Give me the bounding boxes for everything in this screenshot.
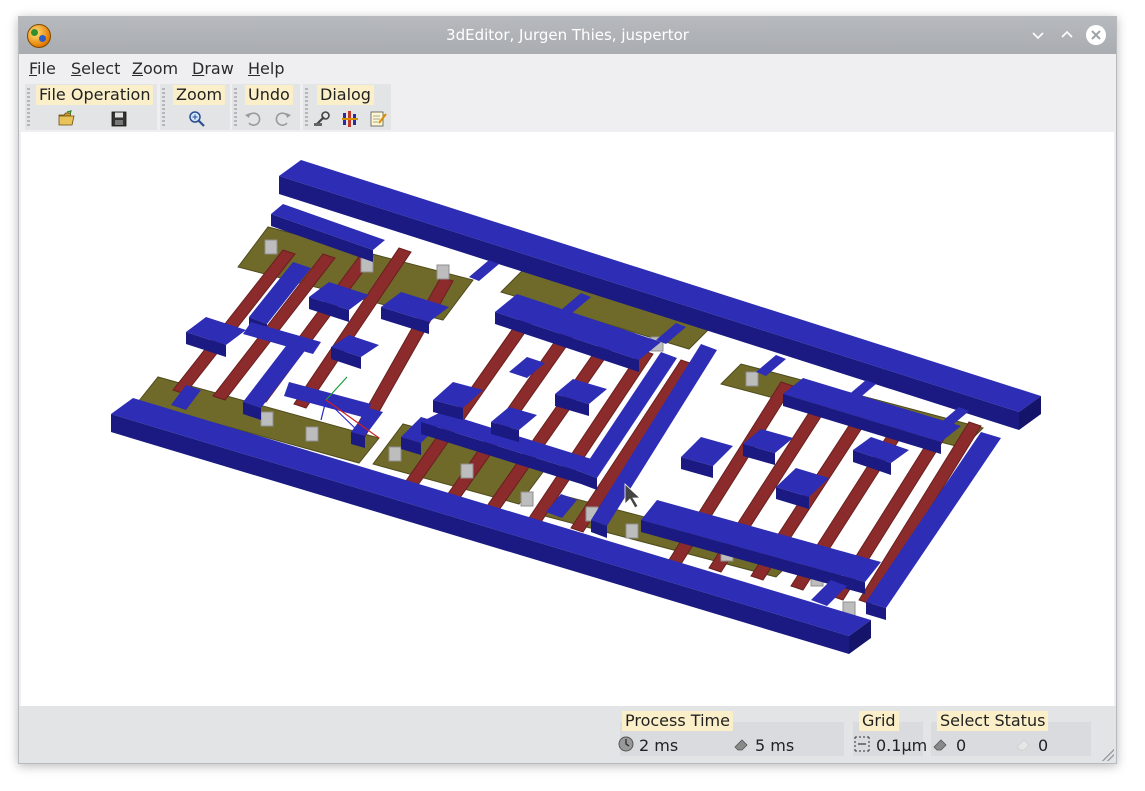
- mouse-cursor-icon: [624, 483, 642, 509]
- chevron-down-icon: [1032, 32, 1044, 40]
- toolbar-group-file: File Operation: [25, 84, 157, 130]
- select-status-label: Select Status: [937, 711, 1049, 731]
- undo-label: Undo: [245, 85, 293, 105]
- app-window: 3dEditor, Jurgen Thies, juspertor File S…: [18, 16, 1117, 764]
- edit-note-icon[interactable]: [369, 110, 387, 128]
- redo-icon[interactable]: [274, 110, 292, 128]
- chevron-up-icon: [1061, 30, 1073, 38]
- wrench-settings-icon[interactable]: [313, 110, 331, 128]
- zoom-label: Zoom: [173, 85, 226, 105]
- undo-icon[interactable]: [244, 110, 262, 128]
- file-operation-label: File Operation: [36, 85, 154, 105]
- layers-dialog-icon[interactable]: [341, 110, 359, 128]
- toolbar-handle[interactable]: [305, 88, 308, 126]
- menu-zoom[interactable]: Zoom: [132, 59, 178, 78]
- window-title: 3dEditor, Jurgen Thies, juspertor: [446, 26, 689, 44]
- process-time-value-2: 5 ms: [755, 736, 795, 755]
- close-icon: [1091, 30, 1101, 40]
- menu-help[interactable]: Help: [248, 59, 284, 78]
- save-disk-icon[interactable]: [110, 110, 128, 128]
- maximize-button[interactable]: [1056, 24, 1078, 46]
- resize-grip[interactable]: [1102, 749, 1114, 761]
- menu-file[interactable]: File: [29, 59, 56, 78]
- process-time-value-1: 2 ms: [639, 736, 679, 755]
- minimize-button[interactable]: [1027, 24, 1049, 46]
- menu-bar: File Select Zoom Draw Help: [19, 54, 1116, 80]
- layout-3d-scene[interactable]: [21, 132, 1114, 706]
- dialog-label: Dialog: [317, 85, 374, 105]
- menu-select[interactable]: Select: [71, 59, 120, 78]
- close-button[interactable]: [1086, 25, 1106, 45]
- status-group-process-time: Process Time 2 ms 5 ms: [618, 708, 844, 756]
- select-status-value-1: 0: [956, 736, 967, 755]
- open-folder-icon[interactable]: [58, 110, 76, 128]
- toolbar-group-zoom: Zoom: [160, 84, 230, 130]
- status-bar: Process Time 2 ms 5 ms Grid 0.1µm Select…: [19, 706, 1116, 763]
- status-group-grid: Grid 0.1µm: [853, 708, 927, 756]
- eraser-icon: [734, 739, 748, 751]
- toolbar-group-dialog: Dialog: [303, 84, 391, 130]
- toolbar-handle[interactable]: [27, 88, 30, 126]
- toolbar-handle[interactable]: [162, 88, 165, 126]
- toolbar-group-undo: Undo: [232, 84, 300, 130]
- grid-ruler-icon: [854, 736, 870, 752]
- process-time-label: Process Time: [622, 711, 733, 731]
- title-bar[interactable]: 3dEditor, Jurgen Thies, juspertor: [19, 17, 1116, 54]
- status-group-select: Select Status 0 0: [931, 708, 1091, 756]
- process-clock-icon: [618, 736, 634, 752]
- toolbar: File Operation Zoom Undo Dialog: [19, 80, 1116, 132]
- menu-draw[interactable]: Draw: [192, 59, 234, 78]
- selection-eraser-icon: [933, 739, 947, 751]
- grid-value: 0.1µm: [876, 736, 928, 755]
- zoom-magnifier-icon[interactable]: [188, 110, 206, 128]
- selection-inactive-icon: [1016, 739, 1030, 751]
- toolbar-handle[interactable]: [234, 88, 237, 126]
- select-status-value-2: 0: [1038, 736, 1049, 755]
- 3d-viewport[interactable]: [21, 132, 1114, 706]
- grid-label: Grid: [859, 711, 899, 731]
